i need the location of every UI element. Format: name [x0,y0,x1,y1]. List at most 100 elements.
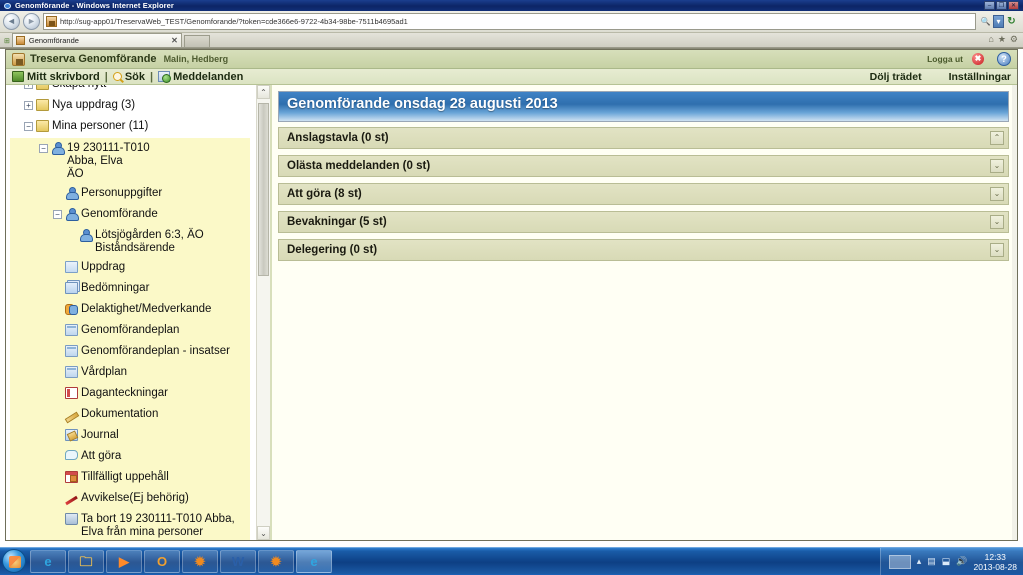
navigation-tree-pane: +Skapa nytt+Nya uppdrag (3)−Mina persone… [6,85,272,540]
logout-icon[interactable]: ✖ [972,53,984,65]
tree-node-label: Tillfälligt uppehåll [81,469,169,484]
taskbar-item-internet-explorer-active[interactable]: e [296,550,332,573]
trash-icon [65,513,78,525]
tree-node-label: Journal [81,427,119,442]
accordion-section-1[interactable]: Olästa meddelanden (0 st)⌄ [278,155,1009,177]
menu-item-mitt-skrivbord[interactable]: Mitt skrivbord [27,71,100,83]
tree-node-2[interactable]: −Mina personer (11) [10,117,256,138]
language-bar[interactable] [889,555,911,569]
forward-button[interactable]: ► [23,13,40,30]
tree-scrollbar-thumb[interactable] [258,103,269,276]
tree-scrollbar[interactable]: ⌃ ⌄ [256,85,270,540]
taskbar-item-outlook[interactable]: O [144,550,180,573]
minimize-button[interactable]: – [984,1,995,10]
expand-icon[interactable]: + [24,101,33,110]
collapse-icon[interactable]: − [39,144,48,153]
menu-item-installningar[interactable]: Inställningar [949,71,1011,83]
tree-node-3[interactable]: −19 230111-T010 Abba, Elva ÄO [10,138,250,183]
chevron-down-icon[interactable]: ⌄ [990,159,1004,173]
home-icon[interactable]: ⌂ [988,34,993,45]
favorites-icon[interactable]: ★ [998,34,1006,45]
menu-item-meddelanden[interactable]: Meddelanden [173,71,243,83]
tree-node-18[interactable]: Avvikelse(Ej behörig) [10,488,250,509]
quick-tabs-icon[interactable]: ⊞ [4,37,10,47]
tree-node-15[interactable]: Journal [10,425,250,446]
tree-node-10[interactable]: Genomförandeplan [10,320,250,341]
chevron-down-icon[interactable]: ⌄ [990,215,1004,229]
show-hidden-icons[interactable]: ▴ [917,556,922,567]
refresh-icon[interactable]: ↻ [1005,15,1018,29]
chevron-down-icon[interactable]: ▾ [993,15,1004,28]
tree-node-19[interactable]: Ta bort 19 230111-T010 Abba, Elva från m… [10,509,250,540]
taskbar-item-internet-explorer[interactable]: e [30,550,66,573]
new-tab-button[interactable] [184,35,210,47]
browser-command-bar: ⌂ ★ ⚙ [988,34,1023,47]
tree-scroll-down-button[interactable]: ⌄ [257,526,270,540]
browser-tab-genomforande[interactable]: Genomförande ✕ [12,33,182,47]
clock[interactable]: 12:33 2013-08-28 [974,552,1017,572]
tree-node-5[interactable]: −Genomförande [10,204,250,225]
tree-node-17[interactable]: Tillfälligt uppehåll [10,467,250,488]
taskbar-item-treserva-app-1[interactable]: ✹ [182,550,218,573]
site-favicon-icon [46,16,57,27]
network-icon[interactable]: ▤ [927,556,936,567]
tree-node-16[interactable]: Att göra [10,446,250,467]
tree-scroll-up-button[interactable]: ⌃ [257,85,270,99]
menu-item-dolj-tradet[interactable]: Dölj trädet [870,71,922,83]
tree-node-9[interactable]: Delaktighet/Medverkande [10,299,250,320]
page-scrollbar[interactable] [1012,85,1017,540]
accordion-section-0[interactable]: Anslagstavla (0 st)⌃ [278,127,1009,149]
browser-tabstrip: ⊞ Genomförande ✕ ⌂ ★ ⚙ [0,33,1023,48]
tree-node-8[interactable]: Bedömningar [10,278,250,299]
tree-node-4[interactable]: Personuppgifter [10,183,250,204]
accordion-section-3[interactable]: Bevakningar (5 st)⌄ [278,211,1009,233]
tree-node-label: Personuppgifter [81,185,162,200]
folder-icon [36,85,49,90]
tree-node-12[interactable]: Vårdplan [10,362,250,383]
navigation-tree: +Skapa nytt+Nya uppdrag (3)−Mina persone… [6,85,256,540]
chevron-up-icon[interactable]: ⌃ [990,131,1004,145]
tree-node-14[interactable]: Dokumentation [10,404,250,425]
volume-icon[interactable]: 🔊 [956,556,967,567]
journal-icon [65,429,78,441]
chevron-down-icon[interactable]: ⌄ [990,243,1004,257]
accordion-section-2[interactable]: Att göra (8 st)⌄ [278,183,1009,205]
close-button[interactable]: ✕ [1008,1,1019,10]
tree-indent [53,452,62,461]
tab-close-icon[interactable]: ✕ [171,36,178,45]
collapse-icon[interactable]: − [24,122,33,131]
tree-node-label: Lötsjögården 6:3, ÄO Biståndsärende [95,227,204,255]
tree-node-label: Genomförandeplan [81,322,179,337]
taskbar-item-treserva-app-2[interactable]: ✹ [258,550,294,573]
menu-item-sok[interactable]: Sök [125,71,145,83]
taskbar-item-windows-explorer[interactable]: 🗀 [68,550,104,573]
tools-icon[interactable]: ⚙ [1010,34,1018,45]
tree-scroll-area: +Skapa nytt+Nya uppdrag (3)−Mina persone… [6,85,256,540]
tree-node-13[interactable]: Daganteckningar [10,383,250,404]
internet-explorer-active-icon: e [310,555,317,568]
tree-node-1[interactable]: +Nya uppdrag (3) [10,96,256,117]
tree-node-6[interactable]: Lötsjögården 6:3, ÄO Biståndsärende [10,225,250,257]
start-button[interactable] [2,549,26,573]
desktop-icon [12,71,24,82]
expand-icon[interactable]: + [24,85,33,89]
collapse-icon[interactable]: − [53,210,62,219]
maximize-button[interactable]: ❐ [996,1,1007,10]
search-icon[interactable]: 🔍 [979,15,992,29]
action-center-icon[interactable]: ⬓ [942,556,951,567]
back-button[interactable]: ◄ [3,13,20,30]
accordion-section-label: Delegering (0 st) [287,244,990,256]
accordion-section-4[interactable]: Delegering (0 st)⌄ [278,239,1009,261]
taskbar-item-word-document[interactable]: W [220,550,256,573]
app-body: +Skapa nytt+Nya uppdrag (3)−Mina persone… [6,85,1017,540]
help-icon[interactable]: ? [997,52,1011,66]
logout-link[interactable]: Logga ut [927,54,963,64]
tree-node-label: Avvikelse(Ej behörig) [81,490,189,505]
address-bar[interactable]: http://sug-app01/TreservaWeb_TEST/Genomf… [43,13,976,30]
tree-node-0[interactable]: +Skapa nytt [10,85,256,96]
taskbar-item-media-player[interactable]: ▶ [106,550,142,573]
chevron-down-icon[interactable]: ⌄ [990,187,1004,201]
tree-node-11[interactable]: Genomförandeplan - insatser [10,341,250,362]
window-title: Genomförande - Windows Internet Explorer [15,1,174,10]
tree-node-7[interactable]: Uppdrag [10,257,250,278]
